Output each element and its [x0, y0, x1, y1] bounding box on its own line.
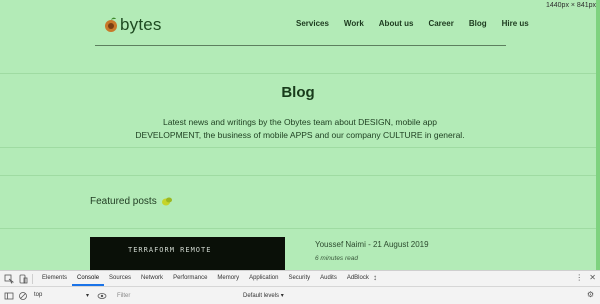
devtools-controls: ⋮ ✕	[575, 273, 596, 282]
logo-text: bytes	[120, 15, 162, 34]
clear-console-icon[interactable]	[18, 291, 28, 301]
tab-memory[interactable]: Memory	[212, 271, 244, 286]
post-read-time: 6 minutes read	[315, 255, 358, 262]
nav-item-career[interactable]: Career	[428, 19, 453, 28]
nav-item-work[interactable]: Work	[344, 19, 364, 28]
guide-line	[0, 147, 596, 148]
devtools-panel: Elements Console Sources Network Perform…	[0, 270, 600, 304]
guide-line	[0, 228, 596, 229]
inspect-element-icon[interactable]	[4, 274, 14, 284]
console-toolbar: top ▾ Filter Default levels ▾ ⚙	[0, 287, 600, 304]
nav-item-blog[interactable]: Blog	[469, 19, 487, 28]
tab-adblock[interactable]: AdBlock	[342, 271, 374, 286]
featured-posts-label: Featured posts	[90, 195, 157, 207]
featured-emoji-icon	[161, 197, 172, 206]
viewport-edge-highlight	[596, 0, 600, 270]
resize-cursor-icon: ↕	[373, 273, 377, 282]
tab-console[interactable]: Console	[72, 271, 105, 286]
devtools-tab-bar: Elements Console Sources Network Perform…	[0, 271, 600, 287]
guide-line	[0, 73, 596, 74]
settings-gear-icon[interactable]: ⚙	[587, 290, 594, 299]
log-levels-dropdown[interactable]: Default levels ▾	[243, 292, 284, 299]
devtools-separator	[32, 273, 33, 284]
post-image-caption: TERRAFORM REMOTE	[128, 246, 212, 254]
device-toolbar-icon[interactable]	[18, 274, 28, 284]
page-subtitle: Latest news and writings by the Obytes t…	[135, 117, 465, 140]
nav-item-about-us[interactable]: About us	[379, 19, 414, 28]
eye-icon[interactable]	[97, 291, 107, 301]
element-highlight-overlay: bytes Services Work About us Career Blog…	[0, 0, 596, 270]
viewport-dimensions-label: 1440px × 841px	[545, 2, 596, 9]
featured-post-image[interactable]: TERRAFORM REMOTE	[90, 237, 285, 270]
page-viewport: bytes Services Work About us Career Blog…	[0, 0, 600, 270]
tab-network[interactable]: Network	[136, 271, 168, 286]
page-title: Blog	[281, 84, 315, 101]
chevron-down-icon: ▾	[85, 293, 89, 299]
sidebar-toggle-icon[interactable]	[4, 291, 14, 301]
tab-security[interactable]: Security	[283, 271, 315, 286]
nav-item-services[interactable]: Services	[296, 19, 329, 28]
tab-application[interactable]: Application	[244, 271, 283, 286]
nav-divider	[95, 45, 506, 46]
main-nav: Services Work About us Career Blog Hire …	[296, 19, 544, 28]
tab-audits[interactable]: Audits	[315, 271, 342, 286]
nav-item-hire-us[interactable]: Hire us	[502, 19, 529, 28]
tab-sources[interactable]: Sources	[104, 271, 136, 286]
tab-performance[interactable]: Performance	[168, 271, 212, 286]
log-levels-label: Default levels	[243, 293, 280, 299]
context-selector[interactable]: top ▾	[34, 292, 89, 299]
post-author-date: Youssef Naimi - 21 August 2019	[315, 240, 429, 249]
guide-line	[0, 175, 596, 176]
close-icon[interactable]: ✕	[589, 273, 596, 282]
more-options-icon[interactable]: ⋮	[575, 273, 583, 282]
logo-mark-icon	[105, 17, 117, 32]
context-value: top	[34, 292, 43, 298]
featured-posts-heading: Featured posts	[90, 195, 173, 207]
tab-elements[interactable]: Elements	[37, 271, 72, 286]
site-logo[interactable]: bytes	[103, 15, 162, 35]
console-filter-input[interactable]: Filter	[117, 293, 237, 299]
